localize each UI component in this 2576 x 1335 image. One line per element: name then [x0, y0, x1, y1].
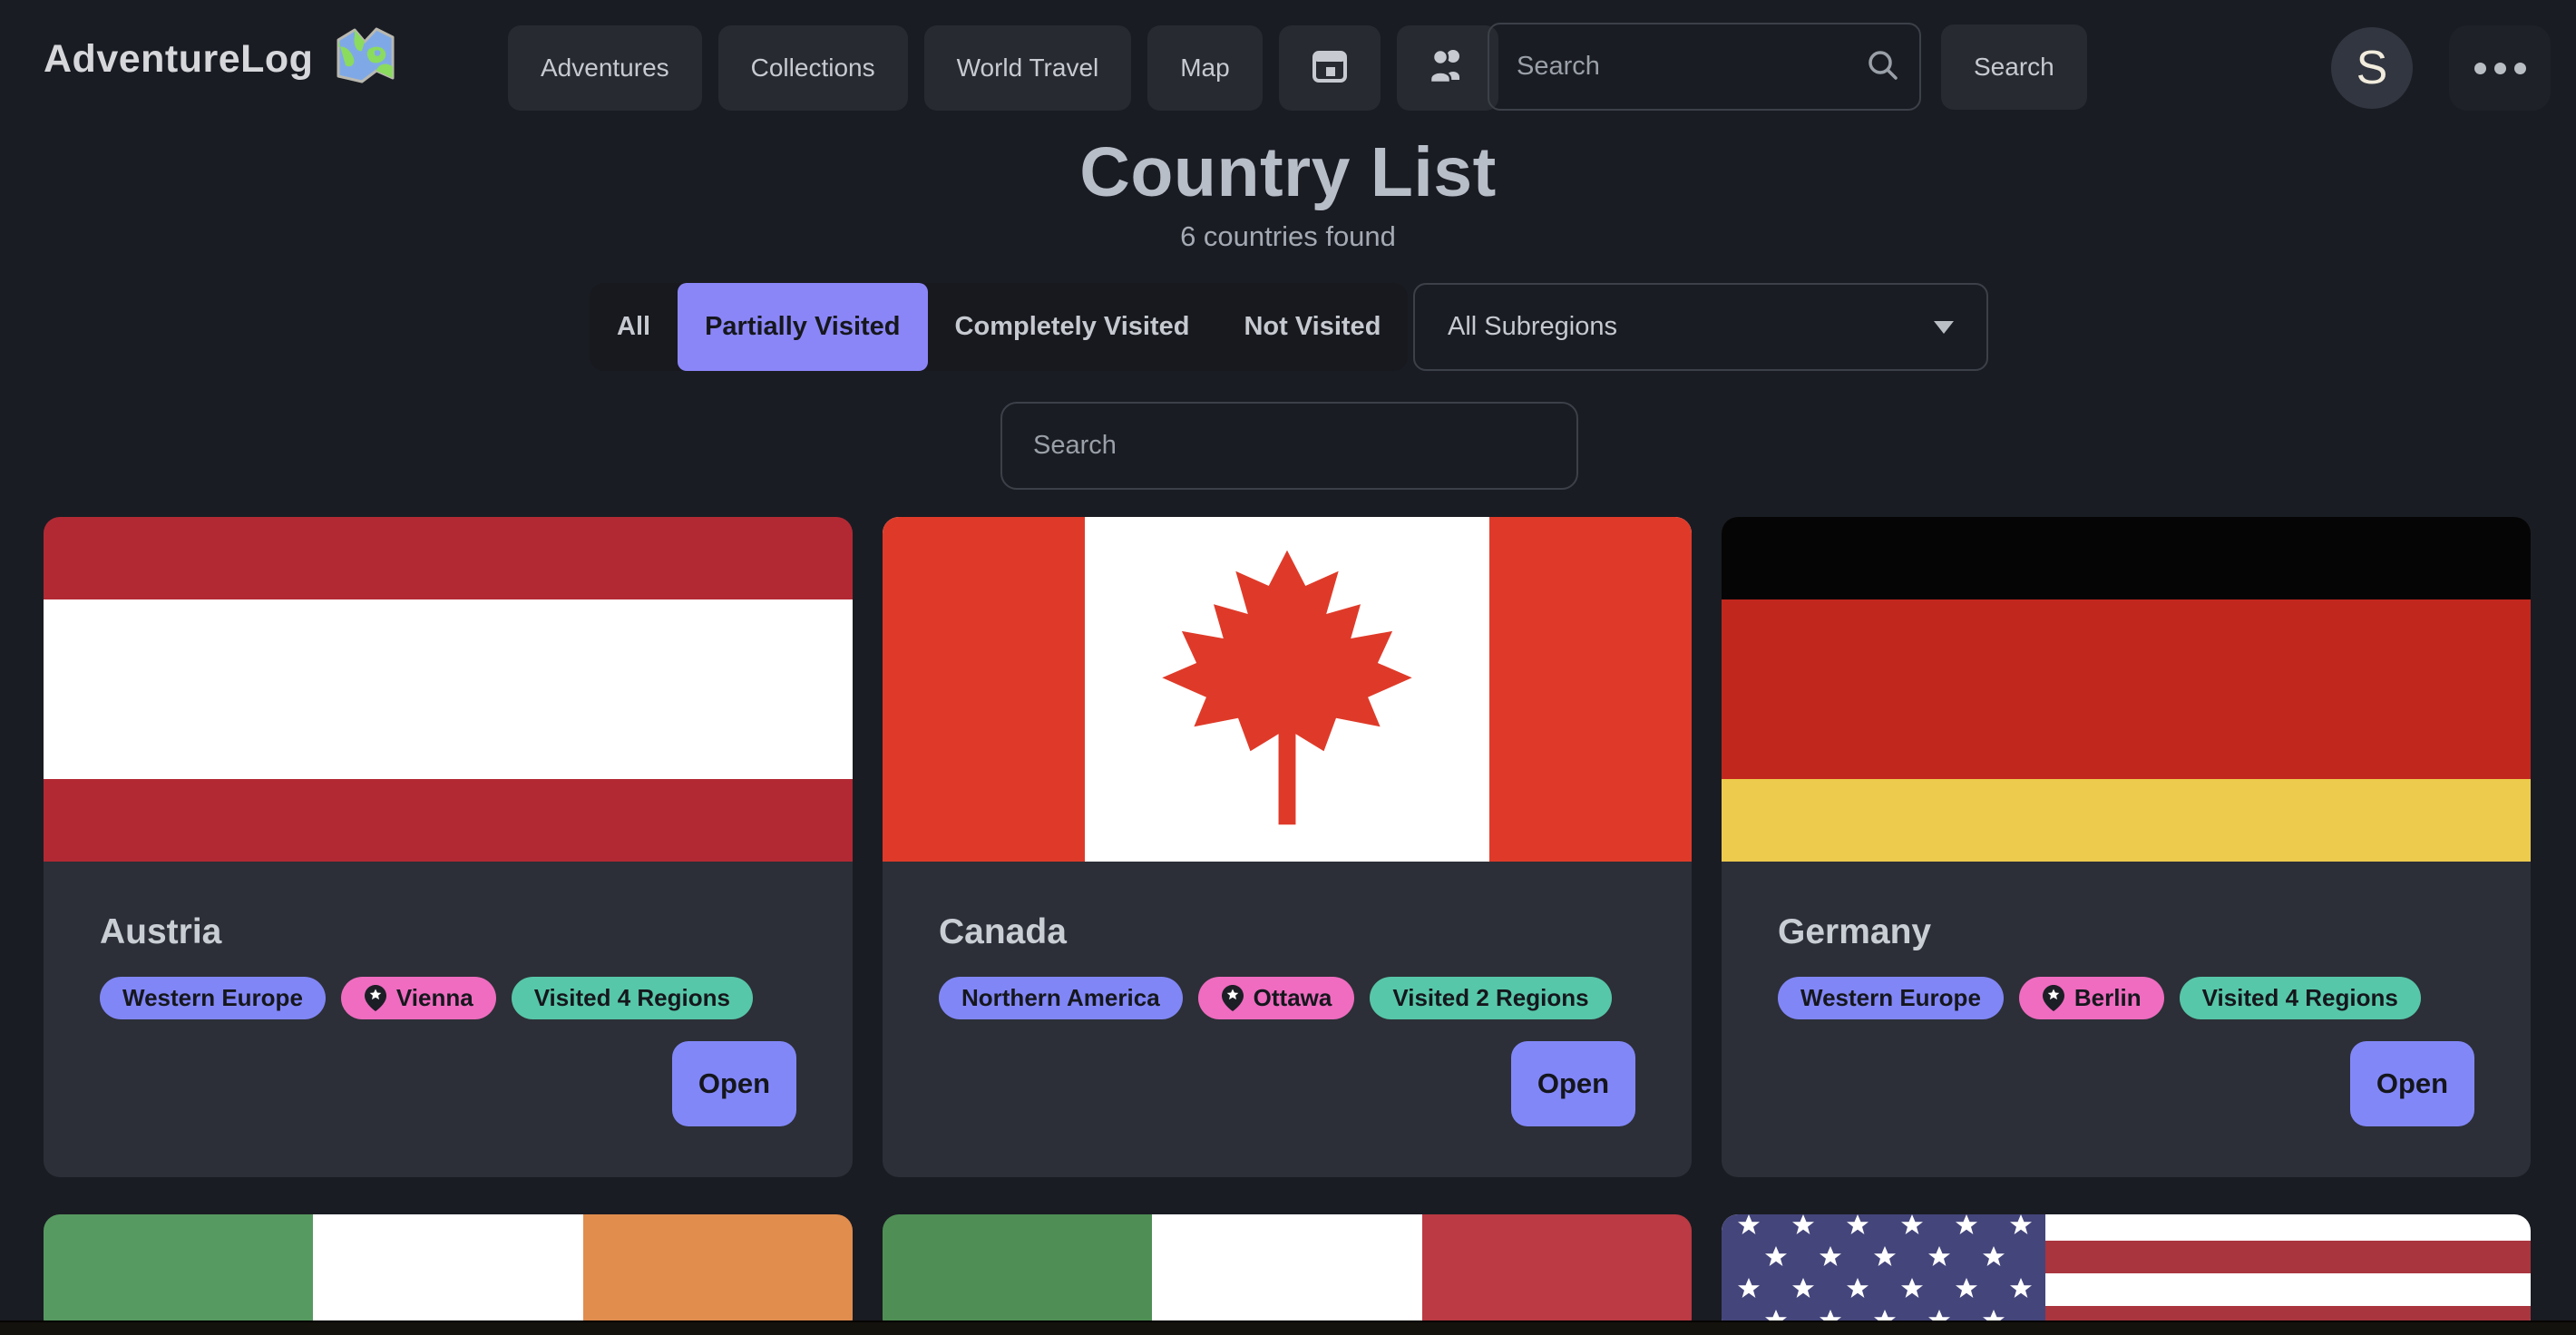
country-card-partial-2	[883, 1214, 1692, 1335]
open-button[interactable]: Open	[2350, 1041, 2474, 1126]
map-pin-icon	[1221, 984, 1244, 1012]
visited-regions-badge: Visited 4 Regions	[512, 977, 753, 1019]
country-card-partial-3	[1722, 1214, 2531, 1335]
search-icon	[1865, 47, 1901, 88]
map-emoji-icon	[335, 27, 396, 92]
badge-row: Western Europe Vienna Visited 4 Regions	[100, 977, 796, 1019]
capital-badge: Berlin	[2019, 977, 2164, 1019]
tab-all[interactable]: All	[590, 283, 678, 371]
users-icon	[1427, 46, 1469, 91]
nav-item-map[interactable]: Map	[1147, 25, 1262, 111]
bottom-edge	[0, 1320, 2576, 1335]
results-count: 6 countries found	[0, 220, 2576, 253]
top-navbar: AdventureLog Adventures Collections Worl…	[0, 0, 2576, 136]
italy-flag	[883, 1214, 1692, 1335]
region-badge: Northern America	[939, 977, 1183, 1019]
country-grid: Austria Western Europe Vienna Visited 4 …	[44, 517, 2531, 1177]
map-pin-icon	[2042, 984, 2065, 1012]
country-card-partial-1	[44, 1214, 853, 1335]
tab-completely-visited[interactable]: Completely Visited	[928, 283, 1217, 371]
more-options-button[interactable]	[2449, 25, 2551, 111]
subregion-selected-value: All Subregions	[1448, 312, 1617, 342]
calendar-icon	[1310, 45, 1350, 92]
country-grid-row2	[44, 1214, 2531, 1335]
capital-name: Berlin	[2074, 984, 2142, 1012]
nav-menu: Adventures Collections World Travel Map	[508, 25, 1498, 111]
nav-item-world-travel[interactable]: World Travel	[924, 25, 1132, 111]
open-button[interactable]: Open	[1511, 1041, 1635, 1126]
nav-search-button[interactable]: Search	[1941, 24, 2087, 110]
canada-flag	[883, 517, 1692, 862]
filter-row: All Partially Visited Completely Visited…	[0, 283, 2576, 371]
caret-down-icon	[1934, 321, 1954, 334]
tab-not-visited[interactable]: Not Visited	[1216, 283, 1408, 371]
badge-row: Western Europe Berlin Visited 4 Regions	[1778, 977, 2474, 1019]
capital-name: Ottawa	[1254, 984, 1332, 1012]
country-card-germany: Germany Western Europe Berlin Visited 4 …	[1722, 517, 2531, 1177]
region-badge: Western Europe	[100, 977, 326, 1019]
visited-regions-badge: Visited 4 Regions	[2180, 977, 2421, 1019]
austria-flag	[44, 517, 853, 862]
capital-badge: Ottawa	[1198, 977, 1355, 1019]
card-body: Canada Northern America Ottawa Visited 2…	[883, 862, 1692, 1177]
visited-regions-badge: Visited 2 Regions	[1370, 977, 1611, 1019]
country-name: Austria	[100, 912, 796, 952]
card-body: Germany Western Europe Berlin Visited 4 …	[1722, 862, 2531, 1177]
country-search-input[interactable]	[1000, 402, 1578, 490]
page-title: Country List	[0, 132, 2576, 213]
country-name: Germany	[1778, 912, 2474, 952]
avatar[interactable]: S	[2331, 27, 2413, 109]
ireland-flag	[44, 1214, 853, 1335]
capital-badge: Vienna	[341, 977, 496, 1019]
map-pin-icon	[364, 984, 387, 1012]
calendar-button[interactable]	[1279, 25, 1381, 111]
germany-flag	[1722, 517, 2531, 862]
users-button[interactable]	[1397, 25, 1498, 111]
country-search-area	[1000, 402, 1578, 490]
nav-right-cluster: S	[2331, 25, 2551, 111]
app-title: AdventureLog	[44, 37, 313, 82]
visit-status-tabs: All Partially Visited Completely Visited…	[590, 283, 1408, 371]
avatar-initial: S	[2356, 41, 2388, 95]
country-card-canada: Canada Northern America Ottawa Visited 2…	[883, 517, 1692, 1177]
nav-search-area: Search	[1488, 23, 2087, 111]
country-name: Canada	[939, 912, 1635, 952]
card-body: Austria Western Europe Vienna Visited 4 …	[44, 862, 853, 1177]
usa-flag	[1722, 1214, 2531, 1335]
nav-item-adventures[interactable]: Adventures	[508, 25, 702, 111]
page-header: Country List 6 countries found	[0, 132, 2576, 253]
country-card-austria: Austria Western Europe Vienna Visited 4 …	[44, 517, 853, 1177]
ellipsis-icon	[2474, 63, 2526, 74]
capital-name: Vienna	[396, 984, 473, 1012]
app-logo[interactable]: AdventureLog	[44, 27, 396, 92]
badge-row: Northern America Ottawa Visited 2 Region…	[939, 977, 1635, 1019]
subregion-select[interactable]: All Subregions	[1413, 283, 1988, 371]
nav-search-input[interactable]	[1488, 23, 1921, 111]
open-button[interactable]: Open	[672, 1041, 796, 1126]
tab-partially-visited[interactable]: Partially Visited	[678, 283, 927, 371]
nav-item-collections[interactable]: Collections	[718, 25, 908, 111]
region-badge: Western Europe	[1778, 977, 2004, 1019]
